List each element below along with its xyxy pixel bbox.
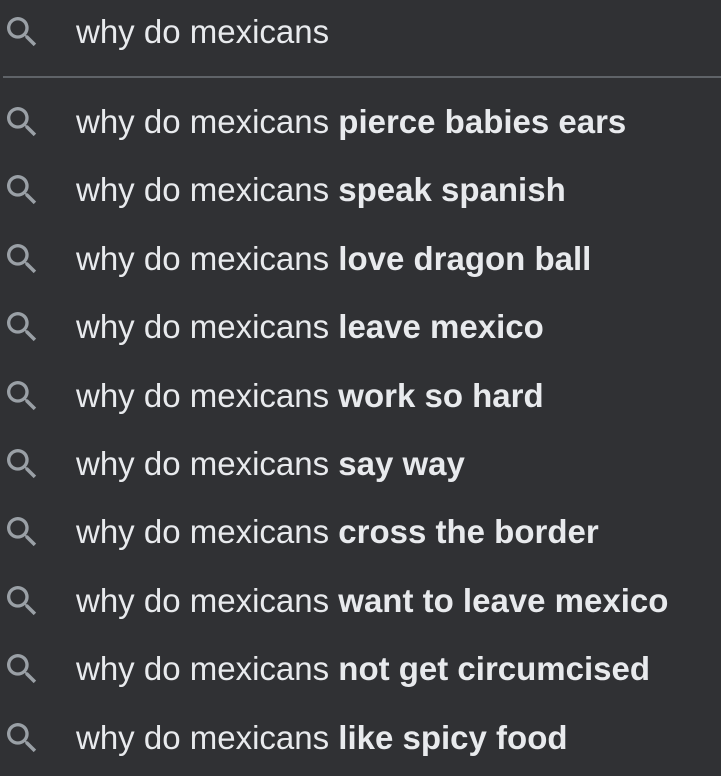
search-icon: [2, 649, 42, 689]
suggestion-list: why do mexicans pierce babies ears why d…: [0, 88, 721, 772]
suggestion-text: why do mexicans work so hard: [76, 374, 544, 418]
suggestion-completion: cross the border: [338, 513, 599, 551]
suggestion-completion: love dragon ball: [338, 239, 592, 277]
suggestion-item[interactable]: why do mexicans speak spanish: [0, 156, 721, 224]
suggestion-completion: like spicy food: [338, 718, 568, 756]
search-icon: [2, 718, 42, 758]
divider: [3, 76, 721, 78]
search-icon: [2, 444, 42, 484]
suggestion-text: why do mexicans speak spanish: [76, 168, 566, 212]
suggestion-prefix: why do mexicans: [76, 718, 330, 756]
suggestion-text: why do mexicans cross the border: [76, 510, 599, 554]
suggestion-completion: speak spanish: [338, 171, 566, 209]
search-autocomplete-panel: why do mexicans pierce babies ears why d…: [0, 0, 721, 776]
suggestion-completion: work so hard: [338, 376, 544, 414]
suggestion-prefix: why do mexicans: [76, 513, 330, 551]
suggestion-completion: want to leave mexico: [338, 581, 669, 619]
suggestion-text: why do mexicans love dragon ball: [76, 237, 591, 281]
search-icon: [2, 581, 42, 621]
suggestion-prefix: why do mexicans: [76, 239, 330, 277]
search-icon: [2, 376, 42, 416]
suggestion-item[interactable]: why do mexicans not get circumcised: [0, 635, 721, 703]
suggestion-text: why do mexicans pierce babies ears: [76, 100, 626, 144]
search-icon[interactable]: [2, 12, 42, 52]
suggestion-item[interactable]: why do mexicans want to leave mexico: [0, 567, 721, 635]
search-bar: [0, 0, 721, 76]
suggestion-item[interactable]: why do mexicans cross the border: [0, 498, 721, 566]
search-icon: [2, 239, 42, 279]
search-icon: [2, 102, 42, 142]
suggestion-prefix: why do mexicans: [76, 308, 330, 346]
suggestion-prefix: why do mexicans: [76, 581, 330, 619]
suggestion-prefix: why do mexicans: [76, 650, 330, 688]
suggestion-completion: leave mexico: [338, 308, 544, 346]
suggestion-prefix: why do mexicans: [76, 103, 330, 140]
suggestion-text: why do mexicans say way: [76, 442, 465, 486]
suggestion-completion: pierce babies ears: [338, 103, 627, 140]
suggestion-item[interactable]: why do mexicans love dragon ball: [0, 225, 721, 293]
search-icon: [2, 512, 42, 552]
suggestion-completion: not get circumcised: [338, 650, 651, 688]
suggestion-text: why do mexicans like spicy food: [76, 716, 568, 760]
search-icon: [2, 170, 42, 210]
suggestion-text: why do mexicans want to leave mexico: [76, 579, 668, 623]
search-icon: [2, 307, 42, 347]
suggestion-text: why do mexicans not get circumcised: [76, 647, 650, 691]
suggestion-completion: say way: [338, 444, 465, 482]
suggestion-item[interactable]: why do mexicans pierce babies ears: [0, 88, 721, 156]
suggestion-prefix: why do mexicans: [76, 444, 330, 482]
suggestion-item[interactable]: why do mexicans say way: [0, 430, 721, 498]
suggestion-prefix: why do mexicans: [76, 376, 330, 414]
suggestion-prefix: why do mexicans: [76, 171, 330, 209]
suggestion-item[interactable]: why do mexicans like spicy food: [0, 704, 721, 772]
suggestion-text: why do mexicans leave mexico: [76, 305, 544, 349]
suggestion-item[interactable]: why do mexicans work so hard: [0, 362, 721, 430]
search-input[interactable]: [76, 10, 696, 54]
suggestion-item[interactable]: why do mexicans leave mexico: [0, 293, 721, 361]
